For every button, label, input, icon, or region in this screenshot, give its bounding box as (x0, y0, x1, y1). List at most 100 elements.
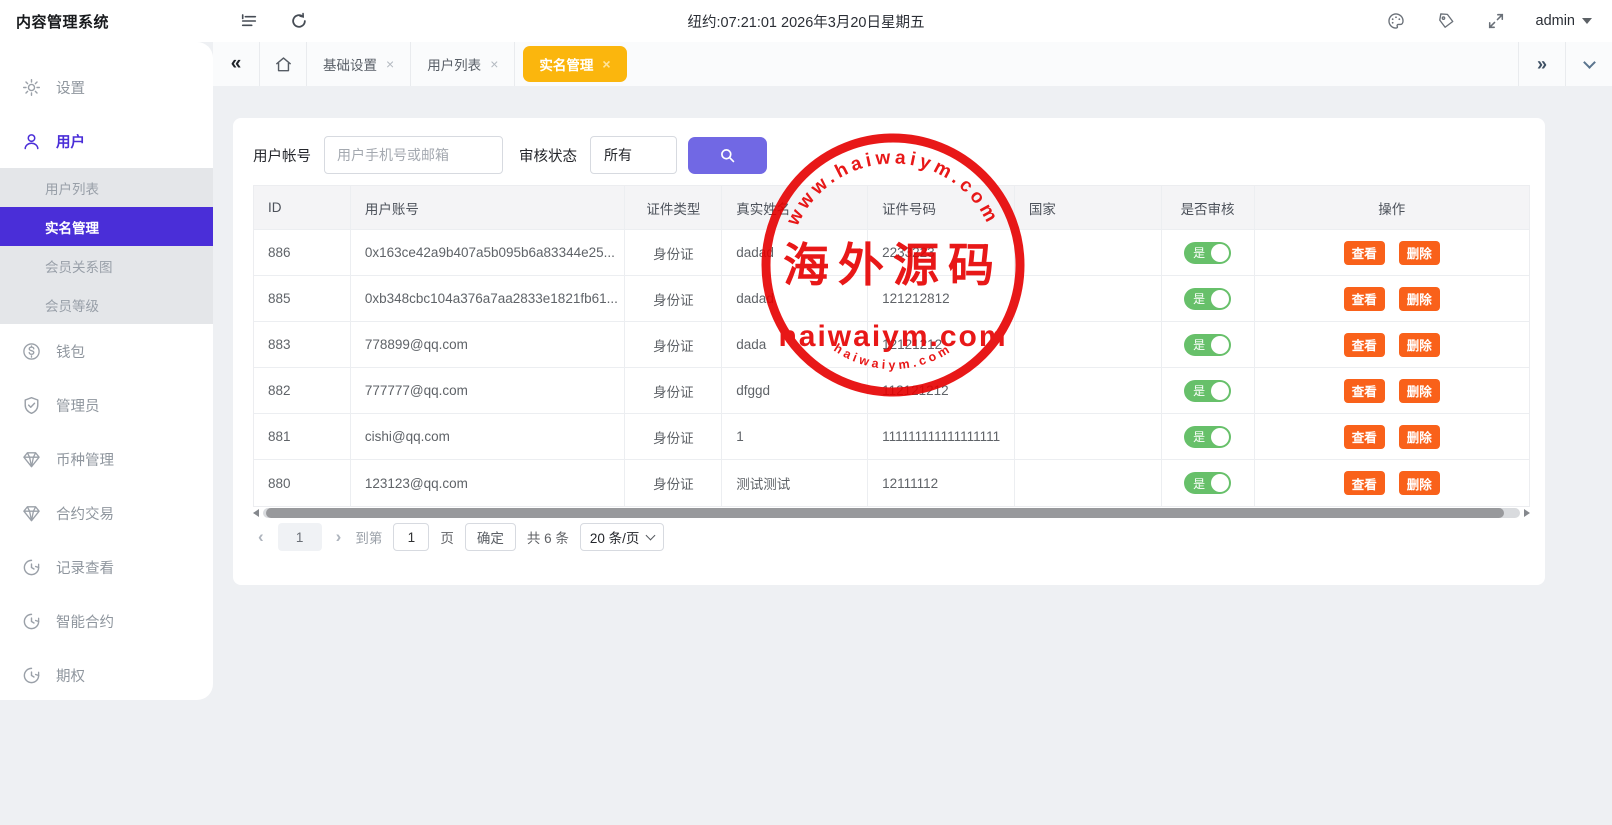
home-tab[interactable] (260, 42, 307, 86)
table-row: 881cishi@qq.com身份证1111111111111111111是查看… (254, 414, 1529, 460)
audit-toggle[interactable]: 是 (1184, 472, 1231, 494)
delete-button[interactable]: 删除 (1399, 379, 1440, 403)
tab-item[interactable]: 用户列表 × (411, 42, 515, 86)
caret-down-icon (1582, 18, 1592, 24)
horizontal-scrollbar[interactable] (253, 507, 1530, 519)
view-button[interactable]: 查看 (1344, 333, 1385, 357)
view-button[interactable]: 查看 (1344, 241, 1385, 265)
table-cell: 886 (254, 230, 351, 276)
view-button[interactable]: 查看 (1344, 379, 1385, 403)
sidebar-item-label: 币种管理 (56, 449, 114, 470)
audit-toggle[interactable]: 是 (1184, 380, 1231, 402)
sidebar-item[interactable]: 币种管理 (0, 432, 213, 486)
audit-status-label: 审核状态 (519, 145, 577, 166)
sidebar-item[interactable]: 管理员 (0, 378, 213, 432)
toggle-knob (1211, 336, 1229, 354)
scroll-right-arrow-icon[interactable] (1524, 509, 1530, 517)
toggle-on-label: 是 (1193, 336, 1205, 353)
topbar-right-actions: admin (1386, 11, 1593, 31)
view-button[interactable]: 查看 (1344, 287, 1385, 311)
tab-close-icon[interactable]: × (602, 56, 610, 72)
sidebar-subitem[interactable]: 会员等级 (0, 285, 213, 324)
sidebar-nav: 设置用户用户列表实名管理会员关系图会员等级钱包管理员币种管理合约交易记录查看智能… (0, 60, 213, 702)
table-cell: dadad (722, 230, 868, 276)
fullscreen-icon[interactable] (1486, 11, 1506, 31)
confirm-page-button[interactable]: 确定 (465, 523, 516, 551)
delete-button[interactable]: 删除 (1399, 241, 1440, 265)
table-cell: dadad (722, 276, 868, 322)
account-search-input[interactable] (324, 136, 503, 174)
table-cell-audited: 是 (1162, 230, 1255, 276)
table-cell: 0xb348cbc104a376a7aa2833e1821fb61... (351, 276, 626, 322)
toggle-knob (1211, 382, 1229, 400)
table-cell: 0x163ce42a9b407a5b095b6a83344e25... (351, 230, 626, 276)
audit-status-select[interactable]: 所有 (590, 136, 677, 174)
sidebar-subitem[interactable]: 实名管理 (0, 207, 213, 246)
audit-toggle[interactable]: 是 (1184, 242, 1231, 264)
search-button[interactable] (688, 137, 767, 174)
sidebar-item-label: 钱包 (56, 341, 85, 362)
delete-button[interactable]: 删除 (1399, 425, 1440, 449)
table-cell: 777777@qq.com (351, 368, 626, 414)
tag-icon[interactable] (1436, 11, 1456, 31)
sidebar-item[interactable]: 智能合约 (0, 594, 213, 648)
goto-page-input[interactable] (393, 523, 429, 551)
tabs-scroll-right-icon[interactable]: » (1518, 42, 1565, 86)
sidebar-item-label: 记录查看 (56, 557, 114, 578)
table-cell: 12121212 (868, 322, 1015, 368)
tab-label: 基础设置 (323, 54, 377, 74)
tab-item[interactable]: 基础设置 × (307, 42, 411, 86)
sidebar-subitem[interactable]: 会员关系图 (0, 246, 213, 285)
topbar: 内容管理系统 纽约:07:21:01 2026年3月20日星期五 (0, 0, 1612, 42)
tab-close-icon[interactable]: × (490, 56, 498, 72)
audit-toggle[interactable]: 是 (1184, 288, 1231, 310)
page-number-button[interactable]: 1 (278, 523, 322, 551)
tabs-menu-icon[interactable] (1565, 42, 1612, 86)
goto-label: 到第 (355, 527, 382, 547)
delete-button[interactable]: 删除 (1399, 471, 1440, 495)
page-size-select[interactable]: 20 条/页 (580, 523, 665, 551)
tabs-scroll-left-icon[interactable]: « (213, 42, 260, 86)
audit-toggle[interactable]: 是 (1184, 426, 1231, 448)
chevron-down-icon (646, 531, 656, 541)
screen: 内容管理系统 纽约:07:21:01 2026年3月20日星期五 (0, 0, 1612, 825)
realname-panel: 用户帐号 审核状态 所有 ID用户账号证件类型真实姓名证件号码国家是否审核操作8… (233, 118, 1545, 585)
pagination: ‹ 1 › 到第 页 确定 共 6 条 20 条/页 (255, 523, 664, 551)
sidebar-item[interactable]: 合约交易 (0, 486, 213, 540)
tab-item[interactable]: 实名管理× (523, 46, 626, 82)
table-cell: 身份证 (625, 276, 722, 322)
toggle-on-label: 是 (1193, 290, 1205, 307)
sidebar-item[interactable]: 记录查看 (0, 540, 213, 594)
user-menu[interactable]: admin (1536, 13, 1593, 29)
refresh-icon[interactable] (289, 11, 309, 31)
sidebar-item[interactable]: 设置 (0, 60, 213, 114)
view-button[interactable]: 查看 (1344, 471, 1385, 495)
table-cell: dfggd (722, 368, 868, 414)
next-page-button[interactable]: › (333, 527, 345, 547)
delete-button[interactable]: 删除 (1399, 333, 1440, 357)
tab-close-icon[interactable]: × (386, 56, 394, 72)
prev-page-button[interactable]: ‹ (255, 527, 267, 547)
scrollbar-thumb[interactable] (266, 508, 1504, 518)
delete-button[interactable]: 删除 (1399, 287, 1440, 311)
menu-collapse-icon[interactable] (239, 11, 259, 31)
sidebar-item[interactable]: 期权 (0, 648, 213, 702)
dollar-icon (22, 342, 41, 361)
sidebar-item[interactable]: 钱包 (0, 324, 213, 378)
gem-icon (22, 450, 41, 469)
palette-icon[interactable] (1386, 11, 1406, 31)
scroll-left-arrow-icon[interactable] (253, 509, 259, 517)
table-cell-audited: 是 (1162, 276, 1255, 322)
audit-status-value: 所有 (604, 145, 632, 165)
sidebar-subitem[interactable]: 用户列表 (0, 168, 213, 207)
table-cell: 880 (254, 460, 351, 506)
table-header-cell: 操作 (1255, 186, 1530, 230)
view-button[interactable]: 查看 (1344, 425, 1385, 449)
sidebar-item[interactable]: 用户 (0, 114, 213, 168)
history-icon (22, 612, 41, 631)
table-row: 883778899@qq.com身份证dada12121212是查看删除 (254, 322, 1529, 368)
table-cell: 12111112 (868, 460, 1015, 506)
tab-label: 用户列表 (427, 54, 481, 74)
table-cell-actions: 查看删除 (1255, 322, 1530, 368)
audit-toggle[interactable]: 是 (1184, 334, 1231, 356)
